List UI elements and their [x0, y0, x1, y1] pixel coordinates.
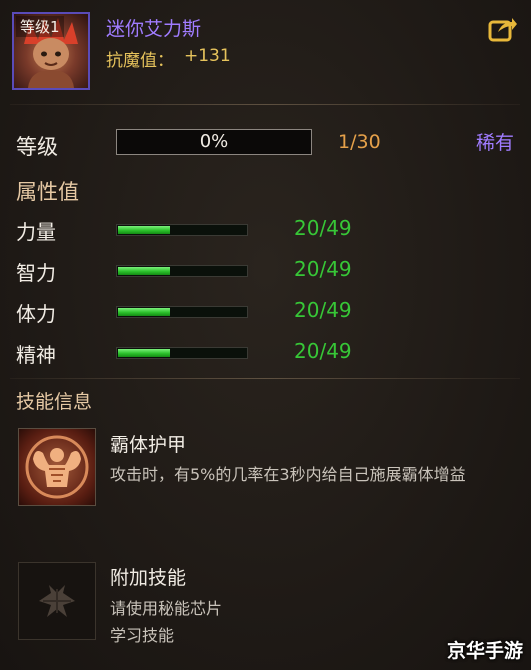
stat-row-strength: 力量 20/49 — [0, 214, 531, 244]
muscle-icon — [25, 435, 89, 499]
stat-row-stamina: 体力 20/49 — [0, 296, 531, 326]
stat-label: 精神 — [16, 343, 56, 367]
stat-row-intellect: 智力 20/49 — [0, 255, 531, 285]
skill-description-line: 请使用秘能芯片 — [110, 599, 223, 618]
rune-icon — [39, 585, 75, 617]
stat-row-spirit: 精神 20/49 — [0, 337, 531, 367]
site-watermark: 京华手游 — [446, 640, 523, 662]
skill-slot-extra[interactable] — [18, 562, 96, 640]
level-count: 1/30 — [338, 131, 381, 153]
stat-bar — [116, 306, 248, 318]
level-label: 等级 — [16, 135, 58, 159]
stat-bar-fill — [118, 308, 170, 316]
attributes-divider — [10, 378, 520, 379]
stat-bar-fill — [118, 226, 170, 234]
pet-name: 迷你艾力斯 — [106, 18, 202, 40]
skill-description-line: 学习技能 — [110, 626, 175, 645]
skills-title: 技能信息 — [16, 391, 93, 413]
stat-label: 力量 — [16, 220, 56, 244]
level-progress-text: 0% — [199, 131, 229, 152]
stat-bar-fill — [118, 349, 170, 357]
stat-value: 20/49 — [294, 339, 352, 363]
pet-portrait[interactable]: 等级1 — [12, 12, 90, 90]
stat-value: 20/49 — [294, 298, 352, 322]
skill-description: 攻击时，有5%的几率在3秒内给自己施展霸体增益 — [110, 465, 466, 484]
skill-slot-armor[interactable] — [18, 428, 96, 506]
stat-value: 20/49 — [294, 257, 352, 281]
pet-info-panel: 等级1 迷你艾力斯 抗魔值： +131 等级 0% 1/30 稀有 属性值 力量… — [0, 0, 531, 670]
share-button[interactable] — [488, 16, 518, 42]
magic-resist-label: 抗魔值： — [106, 51, 174, 71]
stat-bar — [116, 347, 248, 359]
share-icon — [488, 18, 517, 42]
stat-bar — [116, 265, 248, 277]
attributes-title: 属性值 — [16, 180, 79, 204]
level-badge: 等级1 — [16, 16, 64, 37]
header-divider — [10, 104, 520, 105]
stat-label: 体力 — [16, 302, 56, 326]
rarity-badge: 稀有 — [476, 132, 515, 154]
stat-bar-fill — [118, 267, 170, 275]
level-progress-bar: 0% — [116, 129, 312, 155]
skill-name: 霸体护甲 — [110, 434, 187, 456]
stat-value: 20/49 — [294, 216, 352, 240]
skill-name: 附加技能 — [110, 567, 187, 589]
stat-label: 智力 — [16, 261, 56, 285]
magic-resist-value: +131 — [184, 46, 231, 66]
stat-bar — [116, 224, 248, 236]
